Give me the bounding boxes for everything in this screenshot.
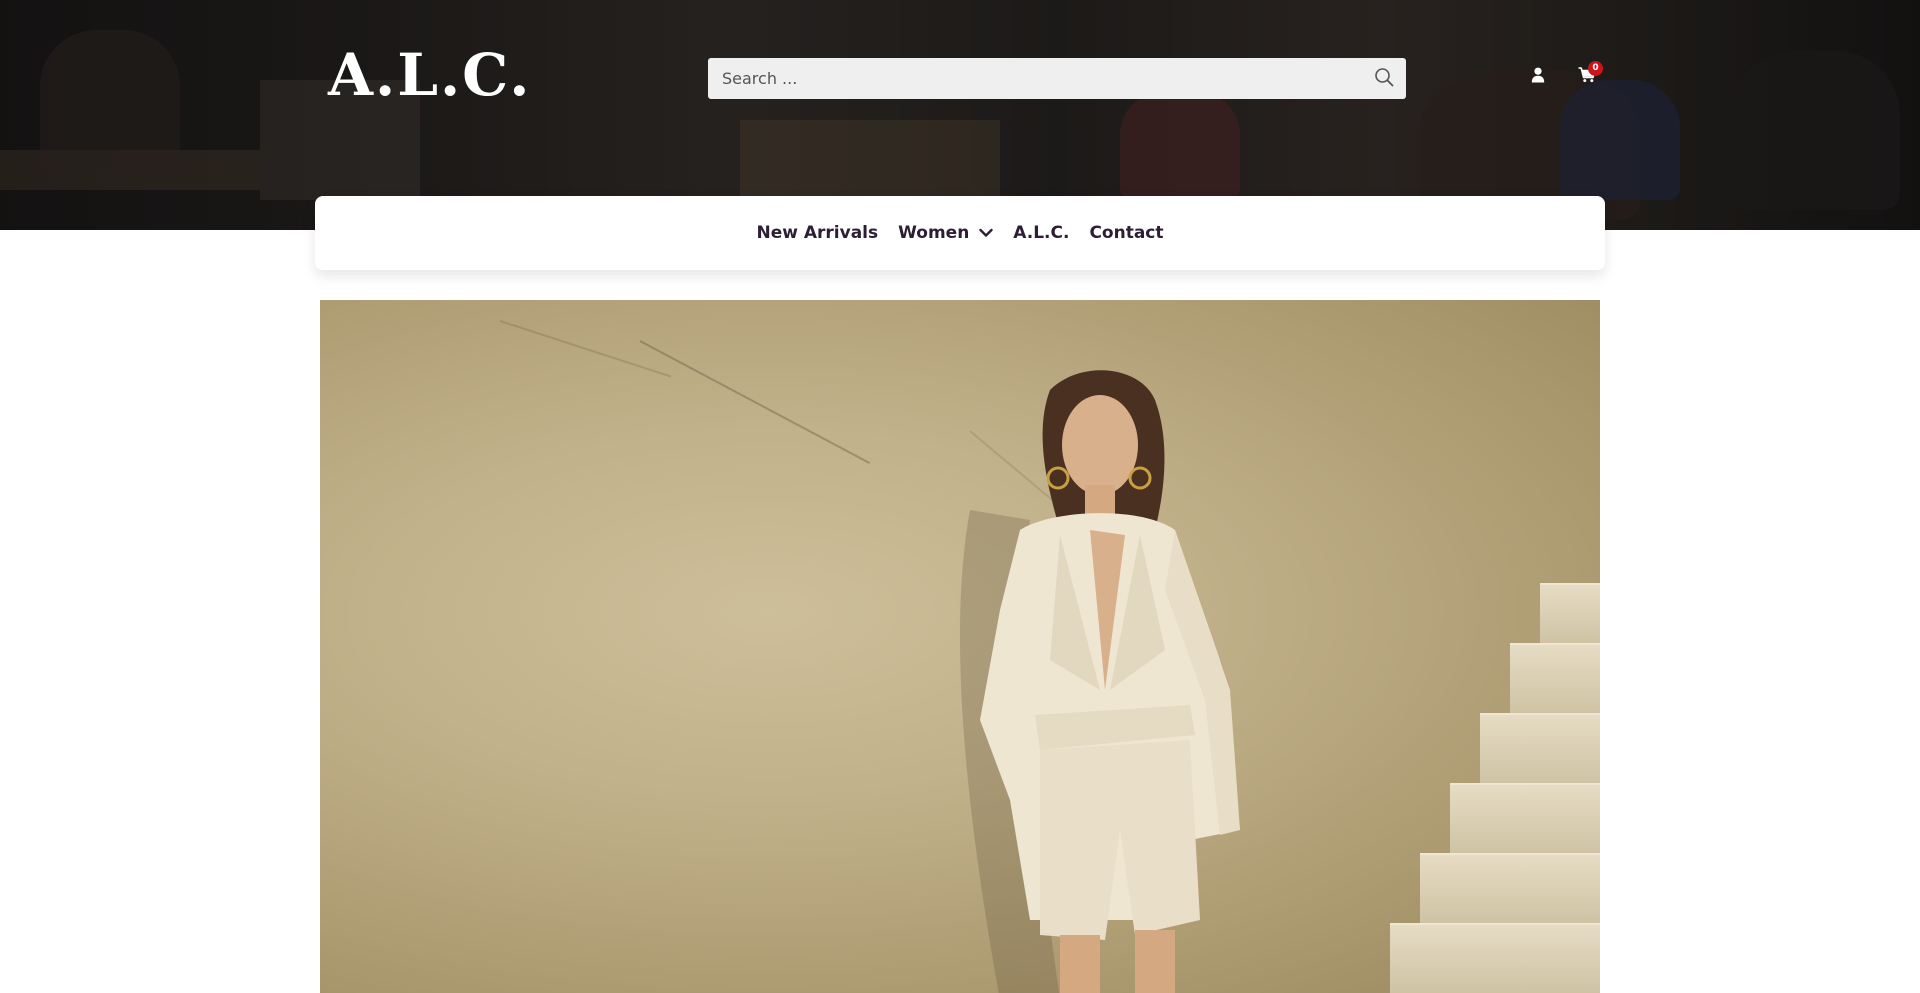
nav-item-alc[interactable]: A.L.C. — [1003, 223, 1079, 243]
site-logo[interactable]: A.L.C. — [328, 44, 532, 106]
model-figure — [960, 370, 1240, 993]
nav-item-label: A.L.C. — [1013, 223, 1070, 243]
user-icon — [1531, 67, 1545, 87]
account-button[interactable] — [1528, 67, 1548, 87]
nav-item-contact[interactable]: Contact — [1079, 223, 1173, 243]
stairs-illustration — [1390, 533, 1600, 993]
cart-count-badge: 0 — [1588, 61, 1603, 76]
nav-item-new-arrivals[interactable]: New Arrivals — [746, 223, 888, 243]
search-icon — [1374, 67, 1394, 91]
nav-item-label: Contact — [1089, 223, 1164, 243]
hero-image[interactable] — [320, 300, 1600, 993]
search-bar — [708, 58, 1406, 99]
chevron-down-icon[interactable] — [979, 228, 993, 238]
nav-item-women[interactable]: Women — [888, 223, 1003, 243]
search-button[interactable] — [1362, 58, 1406, 99]
nav-item-label: New Arrivals — [756, 223, 879, 243]
search-input[interactable] — [708, 58, 1362, 99]
nav-item-label: Women — [898, 223, 970, 243]
main-navigation: New Arrivals Women A.L.C. Contact — [315, 196, 1605, 270]
nav-list: New Arrivals Women A.L.C. Contact — [746, 223, 1173, 243]
